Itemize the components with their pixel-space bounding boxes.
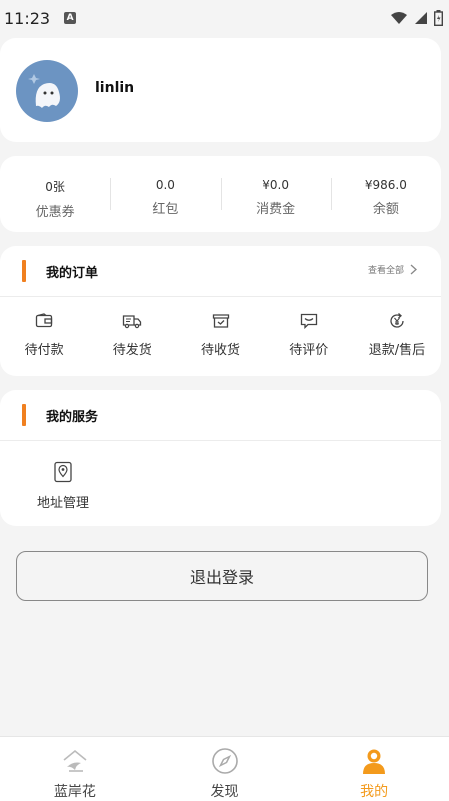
services-card: 我的服务 地址管理 (0, 390, 441, 526)
home-icon (60, 746, 90, 776)
order-pending-receipt[interactable]: 待收货 (176, 311, 264, 358)
logout-button[interactable]: 退出登录 (16, 551, 428, 601)
order-label: 待付款 (24, 343, 64, 358)
refund-icon (387, 311, 407, 331)
services-header: 我的服务 (0, 390, 441, 441)
user-icon (359, 746, 389, 776)
location-icon (53, 461, 73, 483)
wallet-value: 0张 (45, 180, 65, 194)
avatar[interactable] (16, 60, 78, 122)
wallet-value: ¥986.0 (364, 178, 407, 192)
order-pending-review[interactable]: 待评价 (265, 311, 353, 358)
wallet-card: 0张 优惠券 0.0 红包 ¥0.0 消费金 ¥986.0 余额 (0, 156, 441, 232)
order-label: 待收货 (201, 343, 241, 358)
order-pending-shipment[interactable]: 待发货 (88, 311, 176, 358)
compass-icon (210, 746, 240, 776)
orders-card: 我的订单 查看全部 待付款 待发货 待收货 待评价 退款/售后 (0, 246, 441, 376)
chevron-right-icon (410, 264, 417, 275)
wallet-red-packets[interactable]: 0.0 红包 (110, 156, 220, 232)
tab-label: 发现 (210, 784, 239, 800)
wallet-spending-credit[interactable]: ¥0.0 消费金 (220, 156, 331, 232)
tab-discover[interactable]: 发现 (150, 737, 300, 801)
profile-card[interactable]: linlin (0, 38, 441, 142)
tab-me[interactable]: 我的 (299, 737, 449, 801)
battery-icon (434, 10, 443, 26)
service-label: 地址管理 (36, 496, 89, 511)
order-label: 待评价 (289, 343, 329, 358)
wallet-label: 优惠券 (35, 205, 75, 220)
signal-icon (415, 12, 427, 24)
wallet-label: 余额 (372, 202, 399, 217)
view-all-orders-link[interactable]: 查看全部 (368, 263, 417, 276)
tab-label: 我的 (360, 784, 389, 800)
wallet-value: 0.0 (155, 178, 175, 192)
username: linlin (95, 80, 135, 96)
order-label: 退款/售后 (368, 343, 426, 358)
status-time: 11:23 (4, 8, 51, 28)
status-bar: 11:23 A (0, 0, 449, 36)
wallet-coupons[interactable]: 0张 优惠券 (0, 156, 110, 232)
box-icon (211, 311, 231, 331)
view-all-label: 查看全部 (367, 266, 404, 276)
wifi-icon (391, 12, 407, 24)
orders-header: 我的订单 查看全部 (0, 246, 441, 297)
section-accent-bar (22, 260, 26, 282)
wallet-label: 消费金 (256, 202, 296, 217)
order-refund-after-sales[interactable]: 退款/售后 (353, 311, 441, 358)
order-pending-payment[interactable]: 待付款 (0, 311, 88, 358)
order-label: 待发货 (112, 343, 152, 358)
wallet-label: 红包 (152, 202, 179, 217)
wallet-icon (34, 311, 54, 331)
section-accent-bar (22, 404, 26, 426)
comment-icon (299, 311, 319, 331)
truck-icon (122, 311, 142, 331)
tab-home[interactable]: 蓝岸花 (0, 737, 150, 801)
notification-badge-icon: A (64, 12, 77, 24)
wallet-balance[interactable]: ¥986.0 余额 (330, 156, 441, 232)
orders-title: 我的订单 (46, 265, 99, 281)
wallet-value: ¥0.0 (262, 178, 289, 192)
bottom-tab-bar: 蓝岸花 发现 我的 (0, 736, 449, 801)
address-management-item[interactable]: 地址管理 (30, 461, 96, 511)
services-title: 我的服务 (46, 409, 99, 425)
tab-label: 蓝岸花 (53, 784, 96, 800)
